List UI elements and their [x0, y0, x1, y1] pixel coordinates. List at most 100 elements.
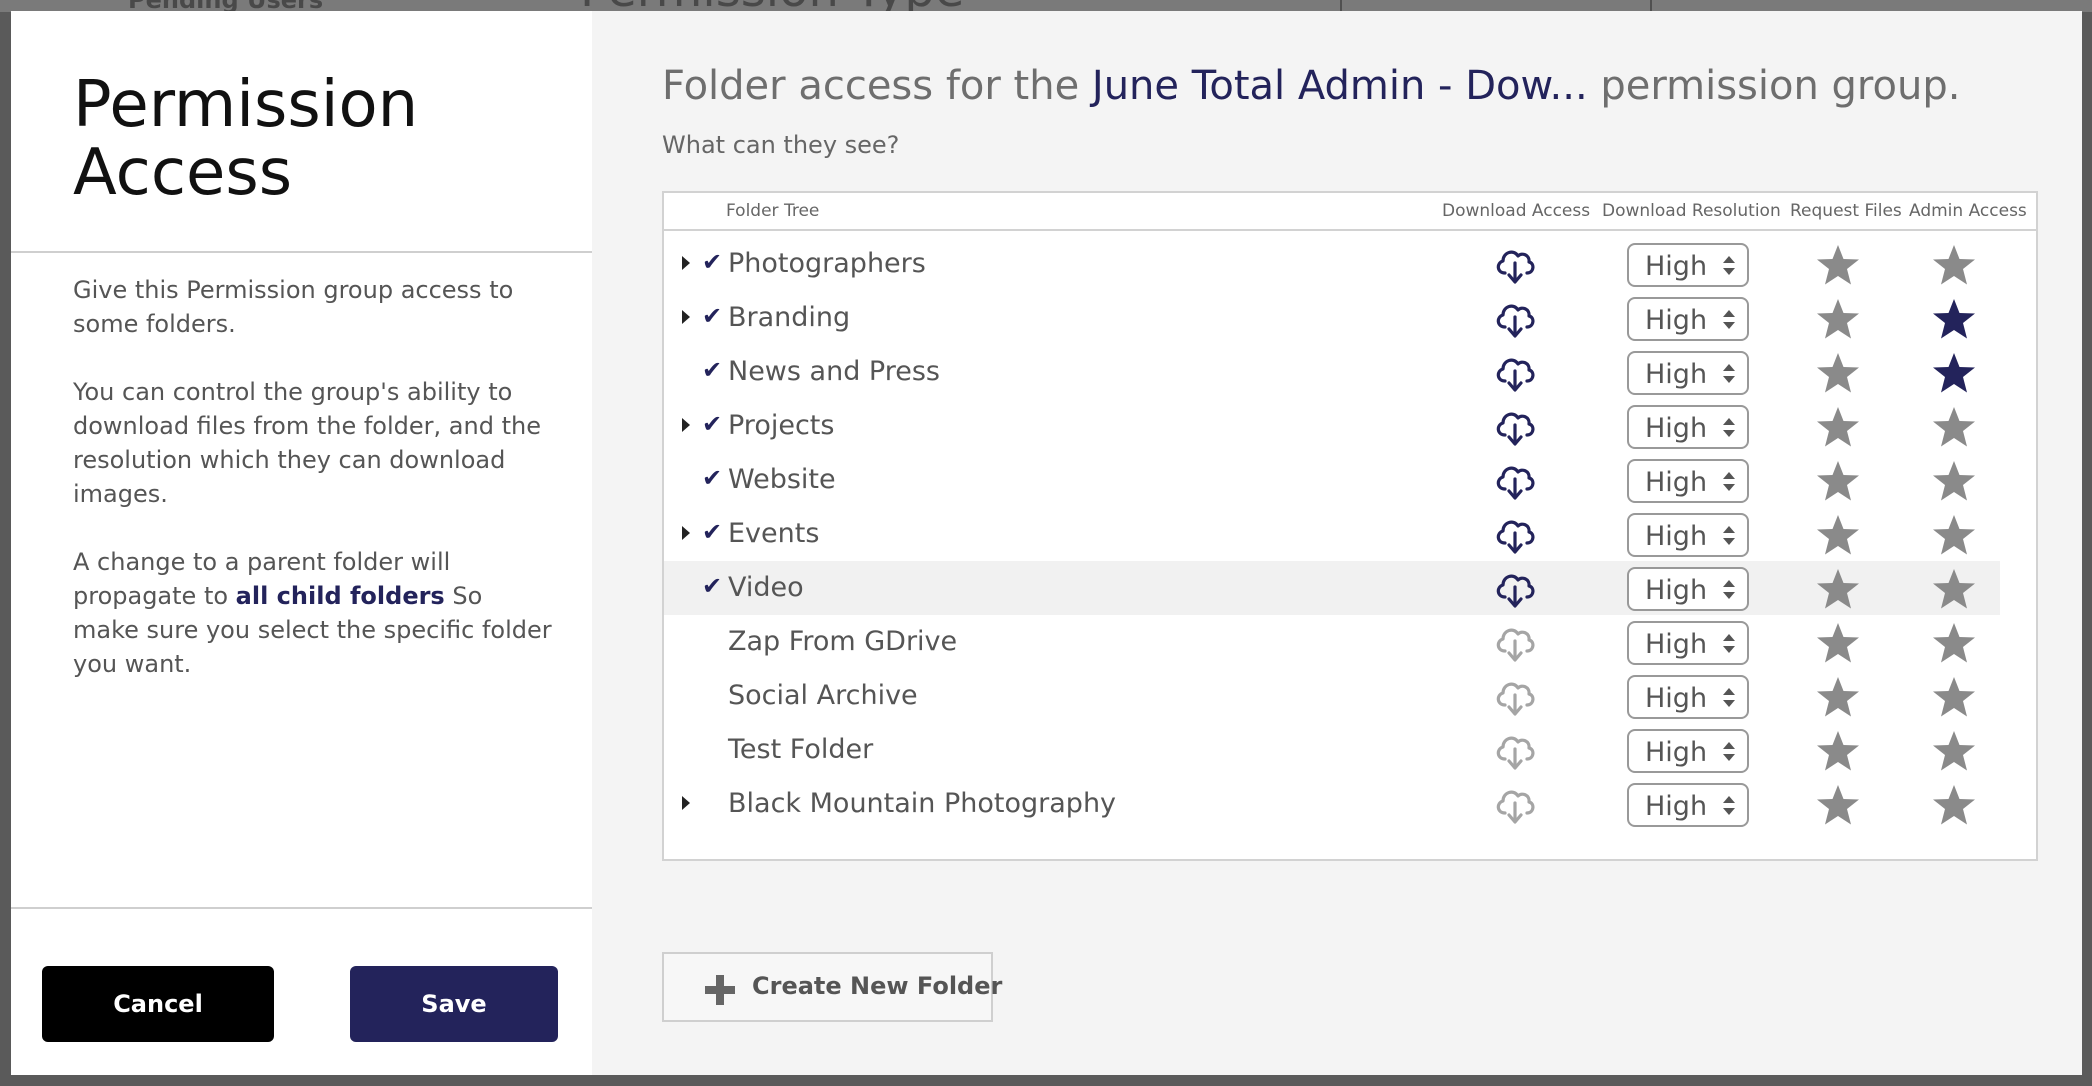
cloud-download-icon[interactable]	[1492, 621, 1536, 665]
download-resolution-select[interactable]: High	[1627, 405, 1749, 449]
request-files-star-icon[interactable]	[1815, 621, 1861, 665]
folder-access-panel: Folder access for the June Total Admin -…	[592, 11, 2082, 1075]
caret-right-icon[interactable]	[682, 310, 690, 324]
folder-name[interactable]: Social Archive	[728, 680, 918, 711]
download-resolution-select[interactable]: High	[1627, 297, 1749, 341]
request-files-star-icon[interactable]	[1815, 297, 1861, 341]
resolution-value: High	[1645, 683, 1708, 714]
table-row[interactable]: ✔ Branding High	[664, 291, 2000, 345]
request-files-star-icon[interactable]	[1815, 729, 1861, 773]
check-icon[interactable]: ✔	[702, 410, 722, 438]
request-files-star-icon[interactable]	[1815, 513, 1861, 557]
request-files-star-icon[interactable]	[1815, 567, 1861, 611]
folder-name[interactable]: Photographers	[728, 248, 926, 279]
check-icon[interactable]: ✔	[702, 248, 722, 276]
download-resolution-select[interactable]: High	[1627, 351, 1749, 395]
table-header: Folder Tree Download Access Download Res…	[664, 193, 2036, 231]
caret-right-icon[interactable]	[682, 256, 690, 270]
check-icon[interactable]: ✔	[702, 572, 722, 600]
admin-access-star-icon[interactable]	[1931, 621, 1977, 665]
folder-name[interactable]: Events	[728, 518, 819, 549]
download-resolution-select[interactable]: High	[1627, 513, 1749, 557]
admin-access-star-icon[interactable]	[1931, 459, 1977, 503]
resolution-value: High	[1645, 251, 1708, 282]
permission-group-name: June Total Admin - Dow...	[1091, 63, 1588, 109]
info-sidebar: Permission Access Give this Permission g…	[11, 11, 592, 1075]
cloud-download-icon[interactable]	[1492, 567, 1536, 611]
folder-name[interactable]: Video	[728, 572, 804, 603]
cloud-download-icon[interactable]	[1492, 729, 1536, 773]
request-files-star-icon[interactable]	[1815, 459, 1861, 503]
table-row[interactable]: Black Mountain Photography High	[664, 777, 2000, 831]
request-files-star-icon[interactable]	[1815, 405, 1861, 449]
download-resolution-select[interactable]: High	[1627, 783, 1749, 827]
admin-access-star-icon[interactable]	[1931, 243, 1977, 287]
modal-title: Permission Access	[73, 71, 553, 207]
download-resolution-select[interactable]: High	[1627, 459, 1749, 503]
create-new-folder-button[interactable]: Create New Folder	[662, 952, 1002, 1022]
table-row[interactable]: ✔ Photographers High	[664, 237, 2000, 291]
select-down-arrow-icon	[1723, 538, 1735, 545]
cloud-download-icon[interactable]	[1492, 513, 1536, 557]
table-row[interactable]: ✔ Video High	[664, 561, 2000, 615]
admin-access-star-icon[interactable]	[1931, 783, 1977, 827]
heading-text-before: Folder access for the	[662, 63, 1092, 109]
resolution-value: High	[1645, 413, 1708, 444]
check-icon[interactable]: ✔	[702, 302, 722, 330]
cloud-download-icon[interactable]	[1492, 675, 1536, 719]
cloud-download-icon[interactable]	[1492, 243, 1536, 287]
select-up-arrow-icon	[1723, 364, 1735, 371]
table-row[interactable]: ✔ News and Press High	[664, 345, 2000, 399]
resolution-value: High	[1645, 467, 1708, 498]
cloud-download-icon[interactable]	[1492, 459, 1536, 503]
request-files-star-icon[interactable]	[1815, 675, 1861, 719]
request-files-star-icon[interactable]	[1815, 243, 1861, 287]
caret-right-icon[interactable]	[682, 796, 690, 810]
admin-access-star-icon[interactable]	[1931, 729, 1977, 773]
download-resolution-select[interactable]: High	[1627, 567, 1749, 611]
check-icon[interactable]: ✔	[702, 464, 722, 492]
folder-name[interactable]: Website	[728, 464, 836, 495]
download-resolution-select[interactable]: High	[1627, 729, 1749, 773]
select-down-arrow-icon	[1723, 376, 1735, 383]
folder-name[interactable]: Black Mountain Photography	[728, 788, 1116, 819]
download-resolution-select[interactable]: High	[1627, 243, 1749, 287]
heading-text-after: permission group.	[1587, 63, 1961, 109]
cloud-download-icon[interactable]	[1492, 351, 1536, 395]
select-down-arrow-icon	[1723, 700, 1735, 707]
download-resolution-select[interactable]: High	[1627, 621, 1749, 665]
create-new-folder-label: Create New Folder	[752, 972, 1003, 1000]
admin-access-star-icon[interactable]	[1931, 675, 1977, 719]
cloud-download-icon[interactable]	[1492, 297, 1536, 341]
cloud-download-icon[interactable]	[1492, 783, 1536, 827]
table-row[interactable]: Zap From GDrive High	[664, 615, 2000, 669]
select-down-arrow-icon	[1723, 592, 1735, 599]
admin-access-star-icon[interactable]	[1931, 297, 1977, 341]
admin-access-star-icon[interactable]	[1931, 513, 1977, 557]
table-row[interactable]: Social Archive High	[664, 669, 2000, 723]
table-row[interactable]: ✔ Website High	[664, 453, 2000, 507]
table-row[interactable]: Test Folder High	[664, 723, 2000, 777]
folder-name[interactable]: Projects	[728, 410, 834, 441]
select-up-arrow-icon	[1723, 742, 1735, 749]
request-files-star-icon[interactable]	[1815, 351, 1861, 395]
check-icon[interactable]: ✔	[702, 518, 722, 546]
download-resolution-select[interactable]: High	[1627, 675, 1749, 719]
save-button[interactable]: Save	[350, 966, 558, 1042]
admin-access-star-icon[interactable]	[1931, 567, 1977, 611]
request-files-star-icon[interactable]	[1815, 783, 1861, 827]
check-icon[interactable]: ✔	[702, 356, 722, 384]
folder-name[interactable]: Test Folder	[728, 734, 873, 765]
folder-name[interactable]: News and Press	[728, 356, 940, 387]
folder-name[interactable]: Branding	[728, 302, 850, 333]
caret-right-icon[interactable]	[682, 526, 690, 540]
cloud-download-icon[interactable]	[1492, 405, 1536, 449]
admin-access-star-icon[interactable]	[1931, 405, 1977, 449]
select-down-arrow-icon	[1723, 484, 1735, 491]
table-row[interactable]: ✔ Events High	[664, 507, 2000, 561]
admin-access-star-icon[interactable]	[1931, 351, 1977, 395]
cancel-button[interactable]: Cancel	[42, 966, 274, 1042]
folder-name[interactable]: Zap From GDrive	[728, 626, 957, 657]
caret-right-icon[interactable]	[682, 418, 690, 432]
table-row[interactable]: ✔ Projects High	[664, 399, 2000, 453]
